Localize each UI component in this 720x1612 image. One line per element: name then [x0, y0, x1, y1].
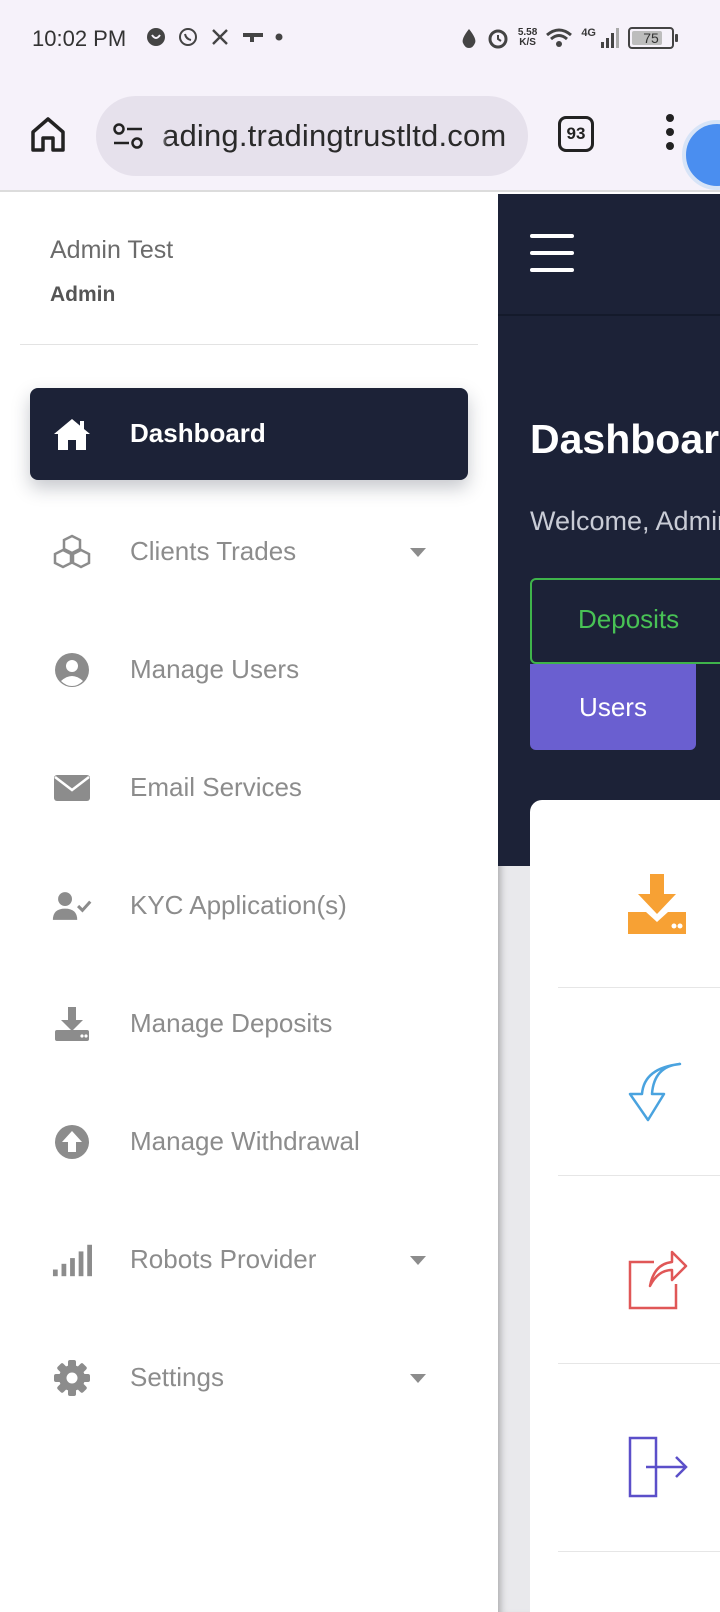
main-content: Dashboard Welcome, Admin Deposits Users: [498, 194, 720, 1612]
user-name: Admin Test: [50, 236, 174, 264]
drop-icon: [462, 29, 476, 48]
gun-icon: [242, 27, 263, 47]
sidebar-item-label: Dashboard: [130, 418, 266, 448]
curved-arrow-icon: [624, 1058, 690, 1124]
user-info: Admin Test Admin: [50, 236, 173, 307]
sidebar-item-manage-users[interactable]: Manage Users: [30, 624, 468, 716]
net-speed: 5.58 K/S: [517, 27, 538, 48]
hamburger-menu-icon[interactable]: [530, 234, 574, 272]
sidebar-item-robots-provider[interactable]: Robots Provider: [30, 1214, 468, 1306]
external-share-icon: [624, 1246, 690, 1312]
address-bar[interactable]: ading.tradingtrustltd.com: [96, 96, 528, 176]
sidebar-item-email-services[interactable]: Email Services: [30, 742, 468, 834]
stats-card: [530, 800, 720, 1612]
alarm-icon: [488, 29, 508, 49]
wifi-icon: [546, 28, 573, 47]
sidebar-item-manage-withdrawal[interactable]: Manage Withdrawal: [30, 1096, 468, 1188]
sidebar-item-label: Clients Trades: [130, 536, 297, 566]
sidebar-item-label: Email Services: [130, 772, 302, 802]
stat-row-logout: [558, 1364, 720, 1552]
sidebar-item-settings[interactable]: Settings: [30, 1332, 468, 1424]
chevron-down-icon[interactable]: [410, 1374, 426, 1383]
sidebar-item-label: Robots Provider: [130, 1244, 317, 1274]
status-time: 10:02 PM: [32, 26, 127, 51]
signal-bars-icon: [52, 1240, 92, 1280]
deposits-button[interactable]: Deposits: [530, 578, 720, 664]
sidebar-item-manage-deposits[interactable]: Manage Deposits: [30, 978, 468, 1070]
cubes-icon: [52, 532, 92, 572]
logout-icon: [624, 1434, 690, 1500]
sidebar: Admin Test Admin Dashboard Clients Trade…: [0, 194, 498, 1612]
sidebar-item-label: Manage Withdrawal: [130, 1126, 360, 1156]
browser-menu-icon[interactable]: [666, 114, 676, 154]
chevron-down-icon[interactable]: [410, 548, 426, 557]
dashboard-header: Dashboard Welcome, Admin Deposits Users: [498, 194, 720, 866]
stat-row-withdrawals: [558, 988, 720, 1176]
welcome-text: Welcome, Admin: [530, 506, 720, 536]
chevron-down-icon[interactable]: [410, 1256, 426, 1265]
sidebar-item-clients-trades[interactable]: Clients Trades: [30, 506, 468, 598]
floating-assistant-icon[interactable]: [682, 120, 720, 190]
stat-row-transfers: [558, 1176, 720, 1364]
heart-badge-icon: [146, 27, 166, 47]
url-text: ading.tradingtrustltd.com: [155, 118, 507, 154]
stat-row-deposits: [558, 800, 720, 988]
gear-icon: [52, 1358, 92, 1398]
signal-icon: [601, 28, 619, 48]
status-right: 5.58 K/S 4G 75: [460, 26, 678, 50]
sidebar-nav: Dashboard Clients Trades Manage Users Em…: [30, 388, 468, 1450]
sidebar-item-label: Settings: [130, 1362, 224, 1392]
envelope-icon: [52, 768, 92, 808]
network-type: 4G: [581, 27, 596, 39]
user-circle-icon: [52, 650, 92, 690]
more-dot-icon: [274, 27, 294, 47]
sidebar-item-dashboard[interactable]: Dashboard: [30, 388, 468, 480]
battery-indicator: 75: [628, 27, 678, 49]
notification-icons: [146, 27, 294, 47]
upload-circle-icon: [52, 1122, 92, 1162]
top-navbar: [498, 194, 720, 316]
sidebar-item-label: Manage Deposits: [130, 1008, 333, 1038]
site-settings-icon[interactable]: [112, 121, 144, 151]
browser-toolbar: ading.tradingtrustltd.com 93: [0, 82, 720, 192]
whatsapp-icon: [178, 27, 198, 47]
user-role: Admin: [50, 283, 116, 306]
deposit-tray-icon: [624, 870, 690, 936]
home-icon: [52, 414, 92, 454]
download-tray-icon: [52, 1004, 92, 1044]
page-title: Dashboard: [530, 416, 720, 462]
user-check-icon: [52, 886, 92, 926]
sidebar-item-label: Manage Users: [130, 654, 300, 684]
status-bar: 10:02 PM 5.58 K/S 4G 75: [0, 0, 720, 82]
sidebar-item-label: KYC Application(s): [130, 890, 347, 920]
home-icon[interactable]: [28, 114, 68, 154]
sidebar-divider: [20, 344, 478, 345]
users-button[interactable]: Users: [530, 664, 696, 750]
tab-switcher-button[interactable]: 93: [558, 116, 594, 152]
sidebar-item-kyc-applications[interactable]: KYC Application(s): [30, 860, 468, 952]
x-logo-icon: [210, 27, 230, 47]
